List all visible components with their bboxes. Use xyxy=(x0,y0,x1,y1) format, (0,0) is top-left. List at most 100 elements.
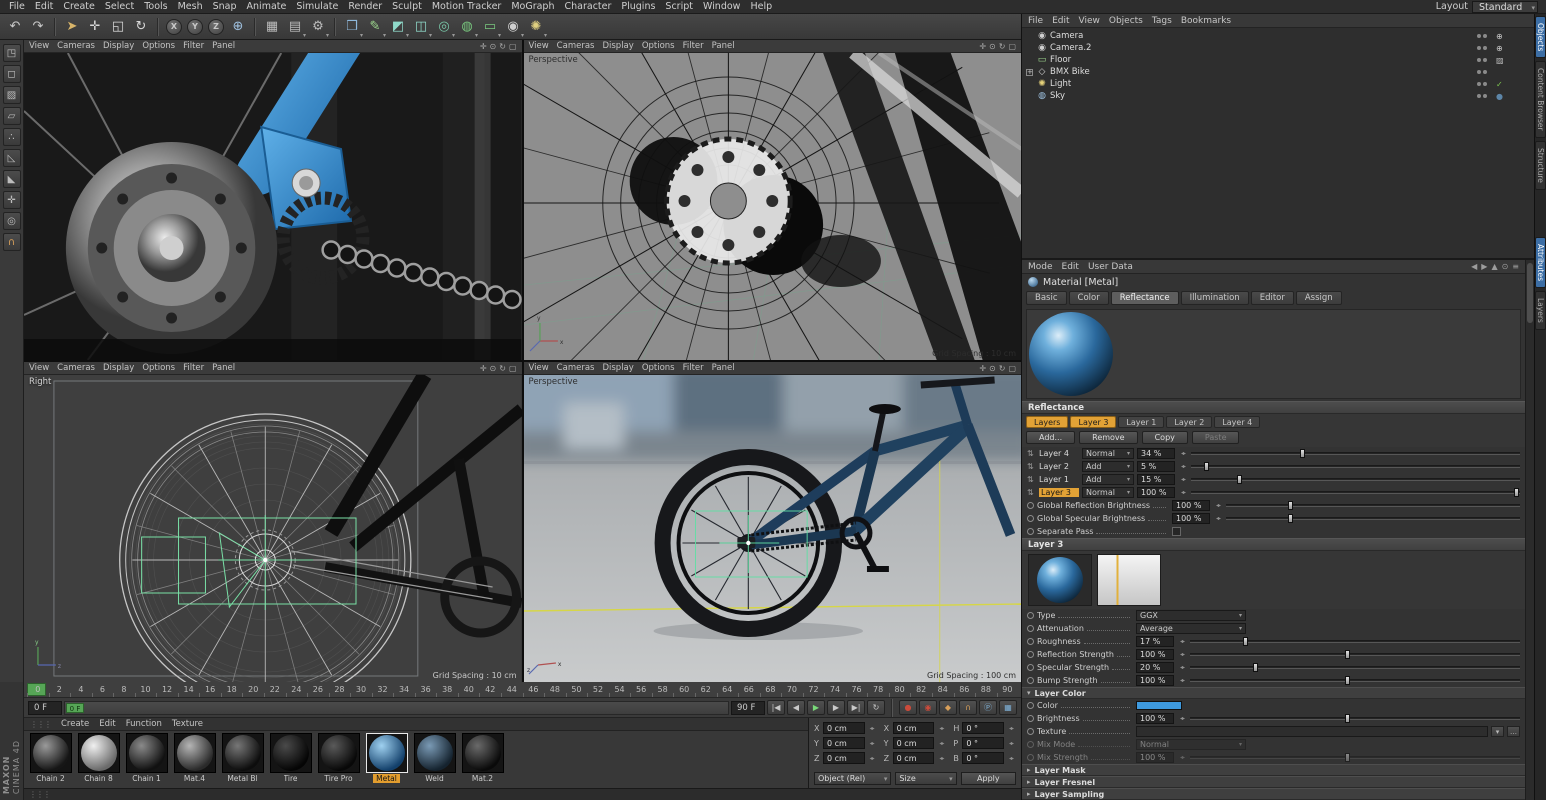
render-view-icon[interactable]: ▦ xyxy=(261,16,283,38)
pan-view-icon[interactable]: ✛ xyxy=(480,364,487,373)
viewport-menu-panel[interactable]: Panel xyxy=(212,363,235,373)
pen-spline-icon[interactable]: ✎▾ xyxy=(364,16,386,38)
object-name[interactable]: Sky xyxy=(1050,91,1065,101)
viewport-canvas-right-ortho[interactable]: y z xyxy=(24,375,522,682)
material-item[interactable]: Mat.2 xyxy=(460,733,505,783)
viewport-menu-display[interactable]: Display xyxy=(103,41,134,51)
value-field[interactable]: 100 % xyxy=(1172,500,1210,511)
collapsed-section-layer-fresnel[interactable]: ▸Layer Fresnel xyxy=(1022,776,1525,788)
menu-file[interactable]: File xyxy=(4,1,30,12)
anim-dot-icon[interactable] xyxy=(1027,715,1034,722)
material-item[interactable]: Metal Bl xyxy=(220,733,265,783)
material-item[interactable]: Weld xyxy=(412,733,457,783)
layer-reorder-icon[interactable]: ⇅ xyxy=(1027,488,1036,497)
render-picture-viewer-icon[interactable]: ▤▾ xyxy=(284,16,306,38)
layer-preview-sphere[interactable] xyxy=(1028,554,1092,606)
paste-button[interactable]: Paste xyxy=(1192,431,1240,444)
viewport-menu-options[interactable]: Options xyxy=(142,41,175,51)
menu-render[interactable]: Render xyxy=(343,1,387,12)
enabled-check-icon[interactable]: ✓ xyxy=(1496,80,1503,89)
slider[interactable] xyxy=(1191,487,1520,498)
viewport-menu-view[interactable]: View xyxy=(529,41,549,51)
anim-dot-icon[interactable] xyxy=(1027,612,1034,619)
anim-dot-icon[interactable] xyxy=(1027,651,1034,658)
am-menu-edit[interactable]: Edit xyxy=(1062,262,1079,272)
menu-simulate[interactable]: Simulate xyxy=(291,1,343,12)
om-menu-objects[interactable]: Objects xyxy=(1109,16,1143,26)
viewport-menu-panel[interactable]: Panel xyxy=(712,41,735,51)
materials-menu-function[interactable]: Function xyxy=(126,719,162,729)
zoom-view-icon[interactable]: ⊙ xyxy=(989,42,996,51)
prev-frame-button[interactable]: ◀ xyxy=(787,700,805,715)
coord-input[interactable]: 0 cm xyxy=(893,722,935,734)
layer-reorder-icon[interactable]: ⇅ xyxy=(1027,449,1036,458)
am-menu-user-data[interactable]: User Data xyxy=(1088,262,1133,272)
anim-dot-icon[interactable] xyxy=(1027,702,1034,709)
stepper-icon[interactable]: ◂▸ xyxy=(1177,715,1187,722)
coord-input[interactable]: 0 cm xyxy=(823,722,865,734)
viewport-canvas-wireframe[interactable]: x y xyxy=(524,53,1022,360)
snap-keys-icon[interactable]: ∩ xyxy=(959,700,977,715)
render-settings-icon[interactable]: ⚙▾ xyxy=(307,16,329,38)
texture-dropdown-button[interactable]: ▾ xyxy=(1491,726,1504,737)
compositing-tag-icon[interactable]: ▨ xyxy=(1496,56,1504,65)
rotate-view-icon[interactable]: ↻ xyxy=(499,42,506,51)
object-name[interactable]: Camera xyxy=(1050,31,1083,41)
collapsed-section-layer-mask[interactable]: ▸Layer Mask xyxy=(1022,764,1525,776)
model-mode-icon[interactable]: ◻ xyxy=(3,65,21,83)
anim-dot-icon[interactable] xyxy=(1027,664,1034,671)
tab-color[interactable]: Color xyxy=(1069,291,1109,305)
object-name[interactable]: Light xyxy=(1050,79,1071,89)
redo-icon[interactable]: ↷ xyxy=(27,16,49,38)
material-thumbnail[interactable] xyxy=(174,733,216,773)
om-menu-file[interactable]: File xyxy=(1028,16,1043,26)
slider[interactable] xyxy=(1191,448,1520,459)
texture-mode-icon[interactable]: ▨ xyxy=(3,86,21,104)
nav-forward-icon[interactable]: ▶ xyxy=(1481,262,1487,271)
slider[interactable] xyxy=(1190,752,1520,763)
viewport-menu-filter[interactable]: Filter xyxy=(683,41,704,51)
slider[interactable] xyxy=(1190,662,1520,673)
stepper-icon[interactable]: ◂▸ xyxy=(1177,651,1187,658)
stepper-icon[interactable]: ◂▸ xyxy=(867,725,877,732)
live-selection-icon[interactable]: ➤ xyxy=(61,16,83,38)
viewport-menu-cameras[interactable]: Cameras xyxy=(557,41,595,51)
material-item[interactable]: Tire xyxy=(268,733,313,783)
anim-dot-icon[interactable] xyxy=(1027,515,1034,522)
move-tool-icon[interactable]: ✛ xyxy=(84,16,106,38)
material-item[interactable]: Mat.4 xyxy=(172,733,217,783)
dock-tab-content-browser[interactable]: Content Browser xyxy=(1535,61,1546,138)
texture-field[interactable] xyxy=(1136,726,1488,737)
zoom-view-icon[interactable]: ⊙ xyxy=(490,42,497,51)
material-item[interactable]: Chain 8 xyxy=(76,733,121,783)
powerslider[interactable]: 0 F xyxy=(64,701,729,715)
slider[interactable] xyxy=(1191,461,1520,472)
maximize-view-icon[interactable]: ▢ xyxy=(1008,42,1016,51)
tab-reflectance[interactable]: Reflectance xyxy=(1111,291,1179,305)
zoom-view-icon[interactable]: ⊙ xyxy=(490,364,497,373)
pan-view-icon[interactable]: ✛ xyxy=(480,42,487,51)
viewport-menu-view[interactable]: View xyxy=(529,363,549,373)
menu-edit[interactable]: Edit xyxy=(30,1,58,12)
menu-script[interactable]: Script xyxy=(660,1,698,12)
stepper-icon[interactable]: ◂▸ xyxy=(1006,755,1016,762)
powerslider-current-frame[interactable]: 0 F xyxy=(66,703,84,713)
stepper-icon[interactable]: ◂▸ xyxy=(1178,463,1188,470)
coord-input[interactable]: 0 cm xyxy=(893,752,935,764)
tab-editor[interactable]: Editor xyxy=(1251,291,1294,305)
y-axis-lock-button[interactable]: Y xyxy=(187,19,203,35)
dropdown[interactable]: Normal▾ xyxy=(1136,739,1246,750)
dock-tab-structure[interactable]: Structure xyxy=(1535,141,1546,190)
stepper-icon[interactable]: ◂▸ xyxy=(1177,664,1187,671)
stepper-icon[interactable]: ◂▸ xyxy=(1178,489,1188,496)
coord-input[interactable]: 0 cm xyxy=(823,752,865,764)
value-field[interactable]: 17 % xyxy=(1136,636,1174,647)
coord-input[interactable]: 0 ° xyxy=(962,722,1004,734)
stepper-icon[interactable]: ◂▸ xyxy=(1213,515,1223,522)
start-frame-field[interactable]: 0 F xyxy=(28,701,62,715)
anim-dot-icon[interactable] xyxy=(1027,728,1034,735)
workplane-mode-icon[interactable]: ▱ xyxy=(3,107,21,125)
visibility-dots[interactable] xyxy=(1477,70,1487,74)
stepper-icon[interactable]: ◂▸ xyxy=(1178,450,1188,457)
materials-menu-edit[interactable]: Edit xyxy=(99,719,115,729)
